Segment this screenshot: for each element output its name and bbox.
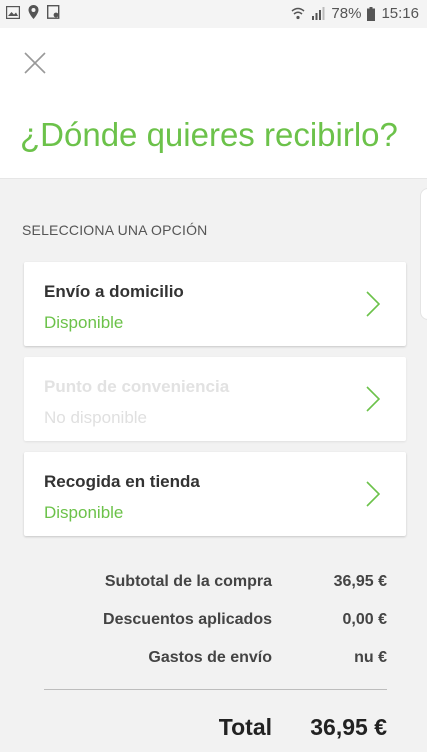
- option-status: No disponible: [44, 408, 148, 427]
- option-status: Disponible: [44, 503, 124, 522]
- wifi-icon: [291, 7, 305, 20]
- shipping-row: Gastos de envío nu €: [0, 649, 427, 671]
- discount-value: 0,00 €: [342, 611, 387, 628]
- discount-label: Descuentos aplicados: [103, 611, 272, 628]
- subtotal-row: Subtotal de la compra 36,95 €: [0, 573, 427, 595]
- chevron-right-icon: [366, 481, 380, 507]
- chevron-right-icon: [366, 386, 380, 412]
- summary-divider: [44, 689, 387, 690]
- close-icon[interactable]: [22, 50, 48, 76]
- battery-percent: 78%: [331, 5, 362, 22]
- page-title: ¿Dónde quieres recibirlo?: [20, 116, 398, 153]
- discount-row: Descuentos aplicados 0,00 €: [0, 611, 427, 633]
- option-title: Punto de conveniencia: [44, 377, 230, 396]
- signal-icon: [312, 7, 325, 20]
- status-bar: 78% 15:16: [0, 0, 427, 28]
- section-label: SELECCIONA UNA OPCIÓN: [22, 222, 208, 238]
- status-icons-right: 78% 15:16: [291, 5, 419, 22]
- download-notification-icon: [47, 5, 60, 19]
- option-home-delivery[interactable]: Envío a domicilio Disponible: [24, 262, 406, 346]
- chevron-right-icon: [366, 291, 380, 317]
- side-panel-edge: [420, 188, 427, 320]
- clock: 15:16: [381, 5, 419, 22]
- status-icons-left: [6, 5, 60, 19]
- location-icon: [28, 5, 39, 19]
- option-convenience-point[interactable]: Punto de conveniencia No disponible: [24, 357, 406, 441]
- total-value: 36,95 €: [310, 714, 387, 740]
- image-icon: [6, 5, 20, 19]
- option-status: Disponible: [44, 313, 124, 332]
- subtotal-value: 36,95 €: [333, 573, 387, 590]
- shipping-label: Gastos de envío: [148, 649, 272, 666]
- total-label: Total: [218, 714, 272, 740]
- option-title: Recogida en tienda: [44, 472, 200, 491]
- option-store-pickup[interactable]: Recogida en tienda Disponible: [24, 452, 406, 536]
- option-title: Envío a domicilio: [44, 282, 184, 301]
- shipping-value: nu €: [354, 649, 387, 666]
- battery-icon: [367, 6, 376, 21]
- subtotal-label: Subtotal de la compra: [104, 573, 272, 590]
- header: ¿Dónde quieres recibirlo?: [0, 28, 427, 179]
